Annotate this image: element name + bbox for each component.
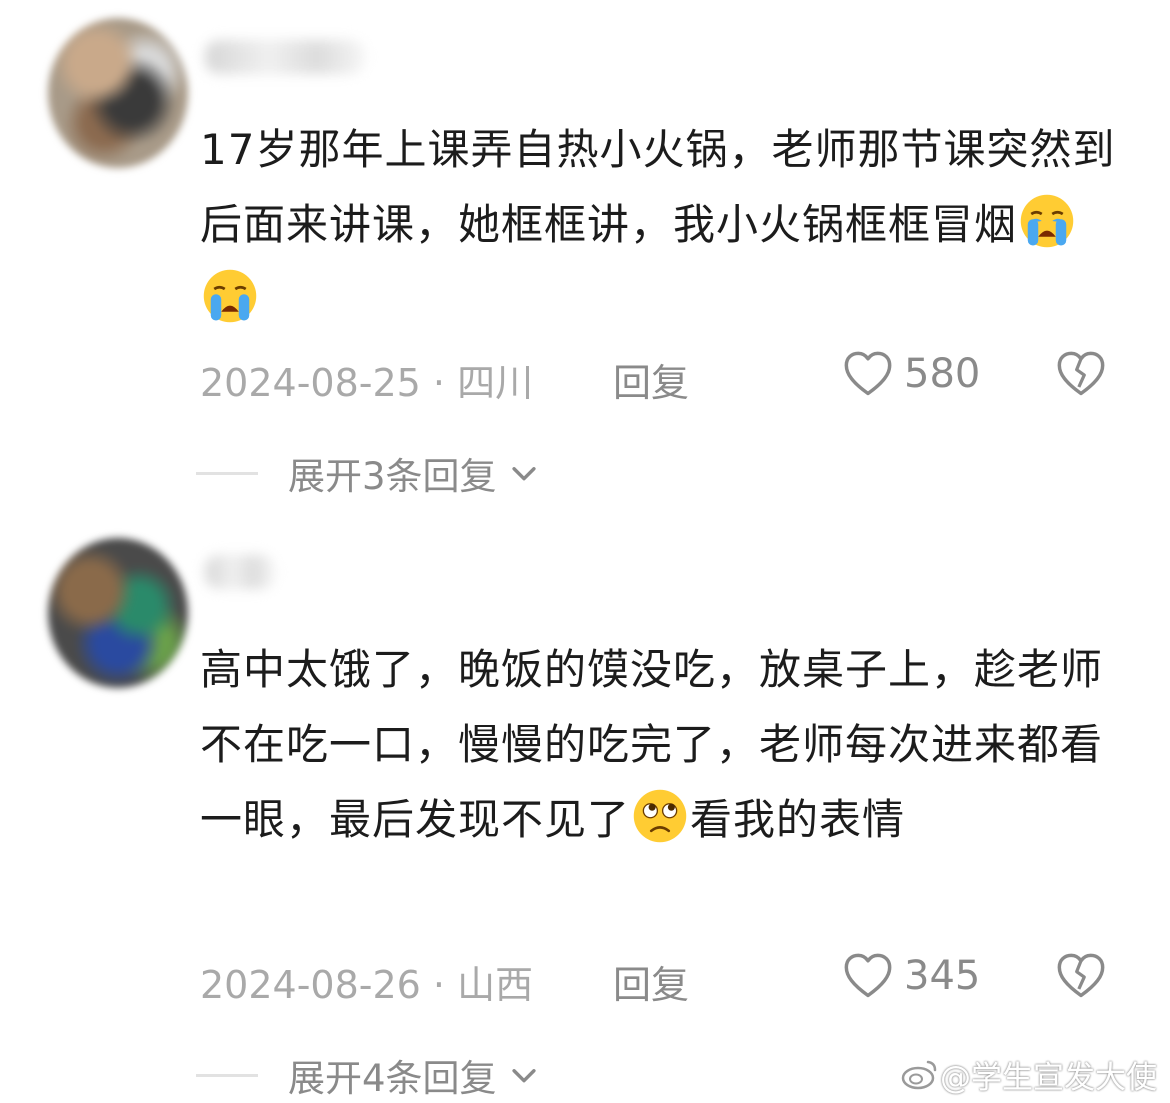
like-button[interactable]: 580 — [842, 348, 980, 400]
heart-icon — [844, 953, 892, 998]
divider-line — [196, 471, 258, 475]
username-blurred[interactable] — [205, 40, 365, 74]
loudly-crying-face-emoji-icon — [203, 269, 257, 323]
like-button[interactable]: 345 — [842, 950, 980, 1002]
comment-text: 17岁那年上课弄自热小火锅，老师那节课突然到后面来讲课，她框框讲，我小火锅框框冒… — [200, 112, 1130, 337]
chevron-down-icon — [511, 467, 536, 481]
disappointed-face-emoji-icon — [633, 789, 687, 843]
expand-replies-label: 展开4条回复 — [288, 1057, 497, 1100]
comment-meta: 2024-08-25 · 四川 回复 580 — [200, 351, 1120, 405]
comment-text: 高中太饿了，晚饭的馍没吃，放桌子上，趁老师不在吃一口，慢慢的吃完了，老师每次进来… — [200, 632, 1130, 857]
reply-button[interactable]: 回复 — [613, 954, 689, 1009]
like-count: 345 — [904, 953, 981, 999]
broken-heart-icon — [1057, 953, 1105, 998]
avatar[interactable] — [48, 538, 188, 688]
comment-text-tail: 看我的表情 — [690, 795, 906, 844]
dislike-button[interactable] — [1055, 348, 1107, 409]
reply-button[interactable]: 回复 — [613, 352, 689, 407]
broken-heart-icon — [1057, 351, 1105, 396]
weibo-watermark: @学生宣发大使 — [900, 1052, 1157, 1096]
expand-replies-button[interactable]: 展开3条回复 — [196, 448, 541, 498]
date-location: 2024-08-25 · 四川 — [200, 361, 534, 405]
dislike-button[interactable] — [1055, 950, 1107, 1011]
avatar[interactable] — [48, 18, 188, 168]
loudly-crying-face-emoji-icon — [1020, 194, 1074, 248]
comment-text-main: 17岁那年上课弄自热小火锅，老师那节课突然到后面来讲课，她框框讲，我小火锅框框冒… — [200, 125, 1116, 249]
heart-icon — [844, 351, 892, 396]
watermark-text: @学生宣发大使 — [940, 1059, 1157, 1096]
weibo-logo-icon — [901, 1060, 937, 1090]
divider-line — [196, 1073, 258, 1077]
expand-replies-label: 展开3条回复 — [288, 455, 497, 498]
like-count: 580 — [904, 351, 981, 397]
expand-replies-button[interactable]: 展开4条回复 — [196, 1050, 541, 1100]
username-blurred[interactable] — [205, 555, 275, 589]
comment-meta: 2024-08-26 · 山西 回复 345 — [200, 953, 1120, 1007]
date-location: 2024-08-26 · 山西 — [200, 963, 534, 1007]
chevron-down-icon — [511, 1069, 536, 1083]
